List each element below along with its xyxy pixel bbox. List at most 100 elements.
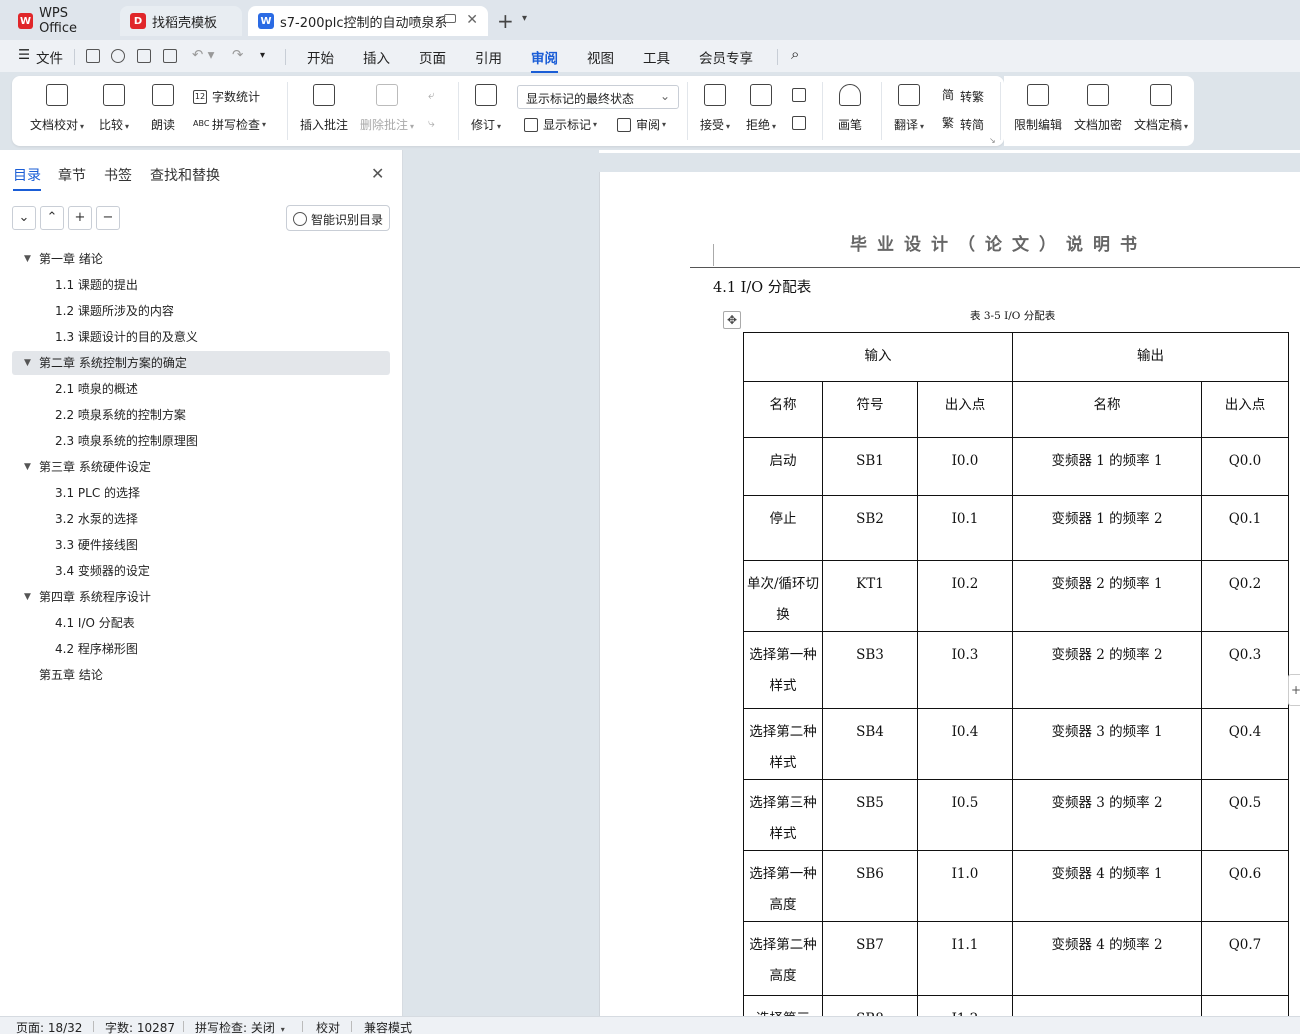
- table-cell[interactable]: Q0.3: [1201, 631, 1290, 709]
- table-cell[interactable]: SB5: [822, 779, 918, 851]
- table-move-handle-icon[interactable]: ✥: [723, 311, 741, 329]
- toc-item[interactable]: 3.3 硬件接线图: [55, 533, 138, 557]
- print-preview-icon[interactable]: [163, 49, 177, 63]
- toc-item[interactable]: ▼ 第三章 系统硬件设定: [24, 455, 151, 479]
- insert-comment-button[interactable]: 插入批注: [300, 84, 348, 133]
- tab-current-document[interactable]: W s7-200plc控制的自动喷泉系统 ✕: [248, 6, 488, 36]
- nav-tab-chapters[interactable]: 章节: [58, 165, 86, 185]
- table-cell[interactable]: Q0.1: [1201, 495, 1290, 561]
- quick-access-more-icon[interactable]: ▾: [260, 50, 265, 61]
- menu-file[interactable]: 文件: [36, 47, 63, 67]
- table-cell[interactable]: I0.1: [916, 495, 1014, 561]
- toc-item[interactable]: ▼ 第四章 系统程序设计: [24, 585, 151, 609]
- new-tab-plus-icon[interactable]: +: [497, 9, 514, 33]
- redo-icon[interactable]: ↷: [232, 47, 243, 63]
- markup-state-select[interactable]: 显示标记的最终状态 ⌄: [517, 85, 679, 109]
- close-icon[interactable]: ✕: [371, 164, 384, 183]
- toc-item[interactable]: 1.3 课题设计的目的及意义: [55, 325, 198, 349]
- toc-item[interactable]: ▼ 第一章 绪论: [24, 247, 103, 271]
- caret-down-icon[interactable]: ▼: [24, 247, 31, 271]
- caret-down-icon[interactable]: ▼: [24, 585, 31, 609]
- table-cell[interactable]: 停止: [743, 495, 823, 561]
- status-spell-check[interactable]: 拼写检查: 关闭 ▾: [195, 1019, 285, 1034]
- word-count-button[interactable]: 12 字数统计: [193, 88, 260, 105]
- menu-member[interactable]: 会员专享: [699, 47, 753, 67]
- menu-references[interactable]: 引用: [475, 47, 502, 67]
- table-cell[interactable]: 变频器 1 的频率 1: [1012, 437, 1203, 496]
- table-cell[interactable]: 变频器 2 的频率 1: [1012, 560, 1203, 632]
- ink-button[interactable]: 画笔: [838, 84, 862, 133]
- print-icon[interactable]: [137, 49, 151, 63]
- table-cell[interactable]: Q0.6: [1201, 850, 1290, 922]
- side-panel-plus-icon[interactable]: +: [1288, 674, 1300, 706]
- table-cell[interactable]: 选择第二种样式: [743, 708, 823, 780]
- caret-down-icon[interactable]: ▼: [24, 351, 31, 375]
- restrict-edit-button[interactable]: 限制编辑: [1014, 84, 1062, 133]
- table-cell[interactable]: SB2: [822, 495, 918, 561]
- table-cell[interactable]: Q0.4: [1201, 708, 1290, 780]
- document-page[interactable]: 毕业设计（论文）说明书 4.1 I/O 分配表 ✥ 表 3-5 I/O 分配表 …: [599, 172, 1300, 1016]
- nav-tab-toc[interactable]: 目录: [13, 165, 41, 191]
- tab-wps-office[interactable]: W WPS Office: [8, 6, 116, 36]
- proofread-button[interactable]: 文档校对 ▾: [30, 84, 84, 133]
- table-cell[interactable]: I0.4: [916, 708, 1014, 780]
- table-cell[interactable]: I0.2: [916, 560, 1014, 632]
- table-cell[interactable]: SB1: [822, 437, 918, 496]
- table-cell[interactable]: 变频器 1 的频率 2: [1012, 495, 1203, 561]
- toc-item[interactable]: 3.1 PLC 的选择: [55, 481, 140, 505]
- table-cell[interactable]: [1201, 995, 1290, 1016]
- toc-item[interactable]: 2.3 喷泉系统的控制原理图: [55, 429, 198, 453]
- toc-item[interactable]: 4.2 程序梯形图: [55, 637, 138, 661]
- finalize-button[interactable]: 文档定稿 ▾: [1134, 84, 1188, 133]
- close-icon[interactable]: ✕: [466, 12, 478, 28]
- monitor-icon[interactable]: [444, 14, 456, 23]
- table-cell[interactable]: 变频器 4 的频率 2: [1012, 921, 1203, 996]
- encrypt-button[interactable]: 文档加密: [1074, 84, 1122, 133]
- toc-item[interactable]: 1.2 课题所涉及的内容: [55, 299, 174, 323]
- status-proofread[interactable]: 校对: [316, 1019, 340, 1034]
- menu-insert[interactable]: 插入: [363, 47, 390, 67]
- reject-button[interactable]: 拒绝 ▾: [746, 84, 776, 133]
- table-cell[interactable]: 选择第三: [743, 995, 823, 1016]
- review-pane-button[interactable]: 审阅 ▾: [617, 116, 666, 133]
- column-header[interactable]: 符号: [822, 381, 918, 438]
- menu-review[interactable]: 审阅: [531, 47, 558, 73]
- expand-chevron-up-icon[interactable]: ⌃: [40, 206, 64, 230]
- toc-item[interactable]: 2.1 喷泉的概述: [55, 377, 138, 401]
- table-cell[interactable]: 启动: [743, 437, 823, 496]
- toc-item[interactable]: 4.1 I/O 分配表: [55, 611, 135, 635]
- delete-comment-button[interactable]: 删除批注 ▾: [360, 84, 414, 133]
- table-cell[interactable]: I1.0: [916, 850, 1014, 922]
- nav-tab-find-replace[interactable]: 查找和替换: [150, 165, 220, 185]
- toc-item[interactable]: 3.4 变频器的设定: [55, 559, 150, 583]
- table-cell[interactable]: I0.5: [916, 779, 1014, 851]
- table-cell[interactable]: Q0.2: [1201, 560, 1290, 632]
- add-heading-plus-icon[interactable]: +: [68, 206, 92, 230]
- compare-button[interactable]: 比较 ▾: [99, 84, 129, 133]
- translate-button[interactable]: 翻译 ▾: [894, 84, 924, 133]
- table-cell[interactable]: SB4: [822, 708, 918, 780]
- toc-item[interactable]: 3.2 水泵的选择: [55, 507, 138, 531]
- table-cell[interactable]: 单次/循环切换: [743, 560, 823, 632]
- next-change-icon[interactable]: [792, 116, 811, 130]
- table-cell[interactable]: SB3: [822, 631, 918, 709]
- column-header[interactable]: 出入点: [916, 381, 1014, 438]
- table-cell[interactable]: 变频器 3 的频率 1: [1012, 708, 1203, 780]
- to-simplified-button[interactable]: 繁 转简: [941, 116, 984, 133]
- search-icon[interactable]: ⌕: [791, 45, 799, 63]
- table-cell[interactable]: 变频器 2 的频率 2: [1012, 631, 1203, 709]
- column-header[interactable]: 名称: [743, 381, 823, 438]
- remove-heading-minus-icon[interactable]: −: [96, 206, 120, 230]
- menu-tools[interactable]: 工具: [643, 47, 670, 67]
- table-cell[interactable]: SB8: [822, 995, 918, 1016]
- track-changes-button[interactable]: 修订 ▾: [471, 84, 501, 133]
- table-cell[interactable]: Q0.7: [1201, 921, 1290, 996]
- collapse-chevron-down-icon[interactable]: ⌄: [12, 206, 36, 230]
- toc-item-selected[interactable]: ▼ 第二章 系统控制方案的确定: [24, 351, 187, 375]
- document-canvas[interactable]: 毕业设计（论文）说明书 4.1 I/O 分配表 ✥ 表 3-5 I/O 分配表 …: [404, 150, 1300, 1016]
- spell-check-button[interactable]: ABC 拼写检查 ▾: [193, 116, 266, 133]
- share-icon[interactable]: [111, 49, 125, 63]
- group-header-input[interactable]: 输入: [742, 332, 1014, 382]
- show-markup-button[interactable]: 显示标记 ▾: [524, 116, 597, 133]
- toc-item[interactable]: 1.1 课题的提出: [55, 273, 138, 297]
